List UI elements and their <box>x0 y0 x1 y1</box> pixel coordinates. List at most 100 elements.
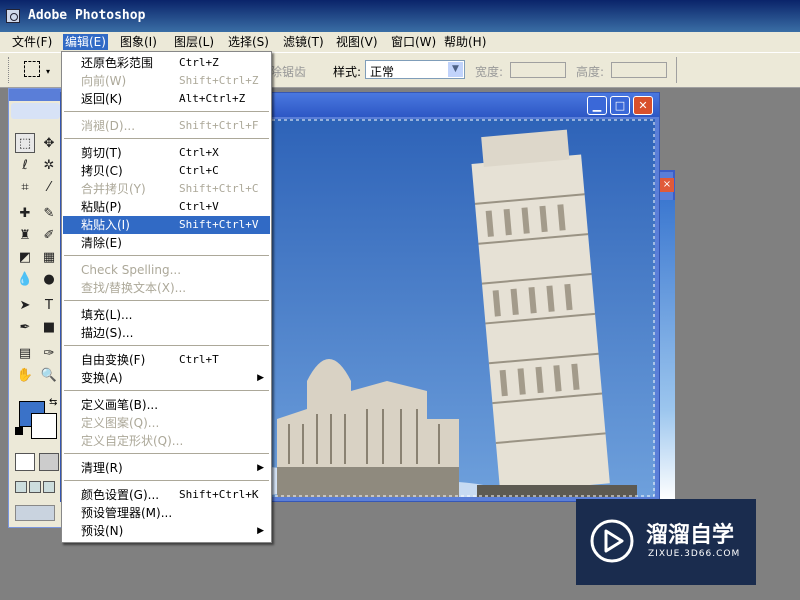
menu-item-stroke[interactable]: 描边(S)... <box>63 324 270 342</box>
preset-dropdown-icon[interactable]: ▾ <box>46 67 50 76</box>
gradient-tool-icon[interactable]: ▦ <box>39 247 59 267</box>
menu-item-define-pattern[interactable]: 定义图案(Q)... <box>63 414 270 432</box>
close-icon[interactable]: ✕ <box>633 96 653 115</box>
menu-item-presets[interactable]: 预设(N) ▶ <box>63 522 270 540</box>
menu-item-cut[interactable]: 剪切(T) Ctrl+X <box>63 144 270 162</box>
jump-to-imageready-button[interactable] <box>15 505 55 521</box>
menu-item-paste-into[interactable]: 粘贴入(I) Shift+Ctrl+V <box>63 216 270 234</box>
pen-tool-icon[interactable]: ✒ <box>15 317 35 337</box>
marquee-tool-icon[interactable]: ⬚ <box>15 133 35 153</box>
clone-stamp-tool-icon[interactable]: ♜ <box>15 225 35 245</box>
menu-file[interactable]: 文件(F) <box>10 34 54 50</box>
menu-item-purge[interactable]: 清理(R) ▶ <box>63 459 270 477</box>
hand-tool-icon[interactable]: ✋ <box>15 365 35 385</box>
menu-view[interactable]: 视图(V) <box>334 34 380 50</box>
eraser-tool-icon[interactable]: ◩ <box>15 247 35 267</box>
menu-item-color-settings[interactable]: 颜色设置(G)... Shift+Ctrl+K <box>63 486 270 504</box>
chevron-down-icon[interactable]: ▼ <box>448 62 463 77</box>
background-document-canvas <box>658 200 675 500</box>
menu-item-transform[interactable]: 变换(A) ▶ <box>63 369 270 387</box>
menu-help[interactable]: 帮助(H) <box>442 34 488 50</box>
menu-item-define-custom-shape[interactable]: 定义自定形状(Q)... <box>63 432 270 450</box>
quick-mask-mode-button[interactable] <box>39 453 59 471</box>
screen-mode-standard-icon[interactable] <box>15 481 27 493</box>
rect-marquee-preset-icon[interactable] <box>24 61 40 77</box>
menu-item-undo-color-range[interactable]: 还原色彩范围 Ctrl+Z <box>63 54 270 72</box>
menu-separator <box>64 390 269 391</box>
watermark: 溜溜自学 ZIXUE.3D66.COM <box>576 499 756 585</box>
brush-tool-icon[interactable]: ✎ <box>39 203 59 223</box>
play-logo-icon <box>590 519 634 563</box>
height-input[interactable] <box>611 62 667 78</box>
menu-item-find-replace[interactable]: 查找/替换文本(X)... <box>63 279 270 297</box>
menu-separator <box>64 453 269 454</box>
watermark-brand: 溜溜自学 <box>646 523 735 548</box>
edit-menu-dropdown: 还原色彩范围 Ctrl+Z 向前(W) Shift+Ctrl+Z 返回(K) Alt+… <box>61 51 272 543</box>
path-select-tool-icon[interactable]: ➤ <box>15 295 35 315</box>
toolbox-header-logo[interactable] <box>11 103 60 119</box>
history-brush-tool-icon[interactable]: ✐ <box>39 225 59 245</box>
width-input[interactable] <box>510 62 566 78</box>
notes-tool-icon[interactable]: ▤ <box>15 343 35 363</box>
menu-item-paste[interactable]: 粘贴(P) Ctrl+V <box>63 198 270 216</box>
menu-item-fade[interactable]: 消褪(D)... Shift+Ctrl+F <box>63 117 270 135</box>
menu-item-step-forward[interactable]: 向前(W) Shift+Ctrl+Z <box>63 72 270 90</box>
menu-separator <box>64 300 269 301</box>
lasso-tool-icon[interactable]: ℓ <box>15 155 35 175</box>
style-value: 正常 <box>370 65 395 79</box>
menu-item-free-transform[interactable]: 自由变换(F) Ctrl+T <box>63 351 270 369</box>
swap-colors-icon[interactable]: ⇆ <box>49 397 57 408</box>
menu-item-define-brush[interactable]: 定义画笔(B)... <box>63 396 270 414</box>
screen-mode-full-icon[interactable] <box>43 481 55 493</box>
title-bar: Adobe Photoshop <box>0 0 800 32</box>
minimize-icon[interactable]: ▁ <box>587 96 607 115</box>
magic-wand-tool-icon[interactable]: ✲ <box>39 155 59 175</box>
menu-separator <box>64 255 269 256</box>
menu-select[interactable]: 选择(S) <box>226 34 271 50</box>
menu-window[interactable]: 窗口(W) <box>389 34 438 50</box>
close-icon[interactable]: × <box>660 178 674 192</box>
menu-item-preset-manager[interactable]: 预设管理器(M)... <box>63 504 270 522</box>
menu-filter[interactable]: 滤镜(T) <box>281 34 326 50</box>
menu-item-copy[interactable]: 拷贝(C) Ctrl+C <box>63 162 270 180</box>
shape-tool-icon[interactable]: ■ <box>39 317 59 337</box>
menu-layer[interactable]: 图层(L) <box>172 34 216 50</box>
options-divider <box>676 57 677 83</box>
screen-mode-full-menu-icon[interactable] <box>29 481 41 493</box>
menu-separator <box>64 480 269 481</box>
menu-item-fill[interactable]: 填充(L)... <box>63 306 270 324</box>
width-label: 宽度: <box>475 65 504 79</box>
blur-tool-icon[interactable]: 💧 <box>15 269 35 289</box>
zoom-tool-icon[interactable]: 🔍 <box>39 365 59 385</box>
menu-separator <box>64 138 269 139</box>
toolbox: ⬚ ✥ ℓ ✲ ⌗ ⁄ ✚ ✎ ♜ ✐ ◩ ▦ 💧 ● ➤ T ✒ ■ ▤ ✑ … <box>8 88 63 528</box>
dodge-tool-icon[interactable]: ● <box>39 269 59 289</box>
watermark-url: ZIXUE.3D66.COM <box>648 549 741 559</box>
type-tool-icon[interactable]: T <box>39 295 59 315</box>
background-color-swatch[interactable] <box>31 413 57 439</box>
options-grip[interactable] <box>8 57 12 83</box>
menu-item-clear[interactable]: 清除(E) <box>63 234 270 252</box>
window-title: Adobe Photoshop <box>28 8 146 23</box>
eyedropper-tool-icon[interactable]: ✑ <box>39 343 59 363</box>
menu-item-copy-merged[interactable]: 合并拷贝(Y) Shift+Ctrl+C <box>63 180 270 198</box>
crop-tool-icon[interactable]: ⌗ <box>15 177 35 197</box>
default-colors-icon[interactable] <box>15 427 23 435</box>
menu-item-step-backward[interactable]: 返回(K) Alt+Ctrl+Z <box>63 90 270 108</box>
menu-item-check-spelling[interactable]: Check Spelling... <box>63 261 270 279</box>
submenu-arrow-icon: ▶ <box>257 463 264 473</box>
style-label: 样式: <box>333 65 362 79</box>
move-tool-icon[interactable]: ✥ <box>39 133 59 153</box>
toolbox-titlebar[interactable] <box>9 89 62 101</box>
menu-edit[interactable]: 编辑(E) <box>63 34 108 50</box>
submenu-arrow-icon: ▶ <box>257 526 264 536</box>
height-label: 高度: <box>576 65 605 79</box>
menu-image[interactable]: 图象(I) <box>118 34 159 50</box>
standard-mode-button[interactable] <box>15 453 35 471</box>
healing-brush-tool-icon[interactable]: ✚ <box>15 203 35 223</box>
menu-separator <box>64 111 269 112</box>
style-select[interactable]: 正常 ▼ <box>365 60 465 79</box>
slice-tool-icon[interactable]: ⁄ <box>39 177 59 197</box>
maximize-icon[interactable]: □ <box>610 96 630 115</box>
menu-separator <box>64 345 269 346</box>
